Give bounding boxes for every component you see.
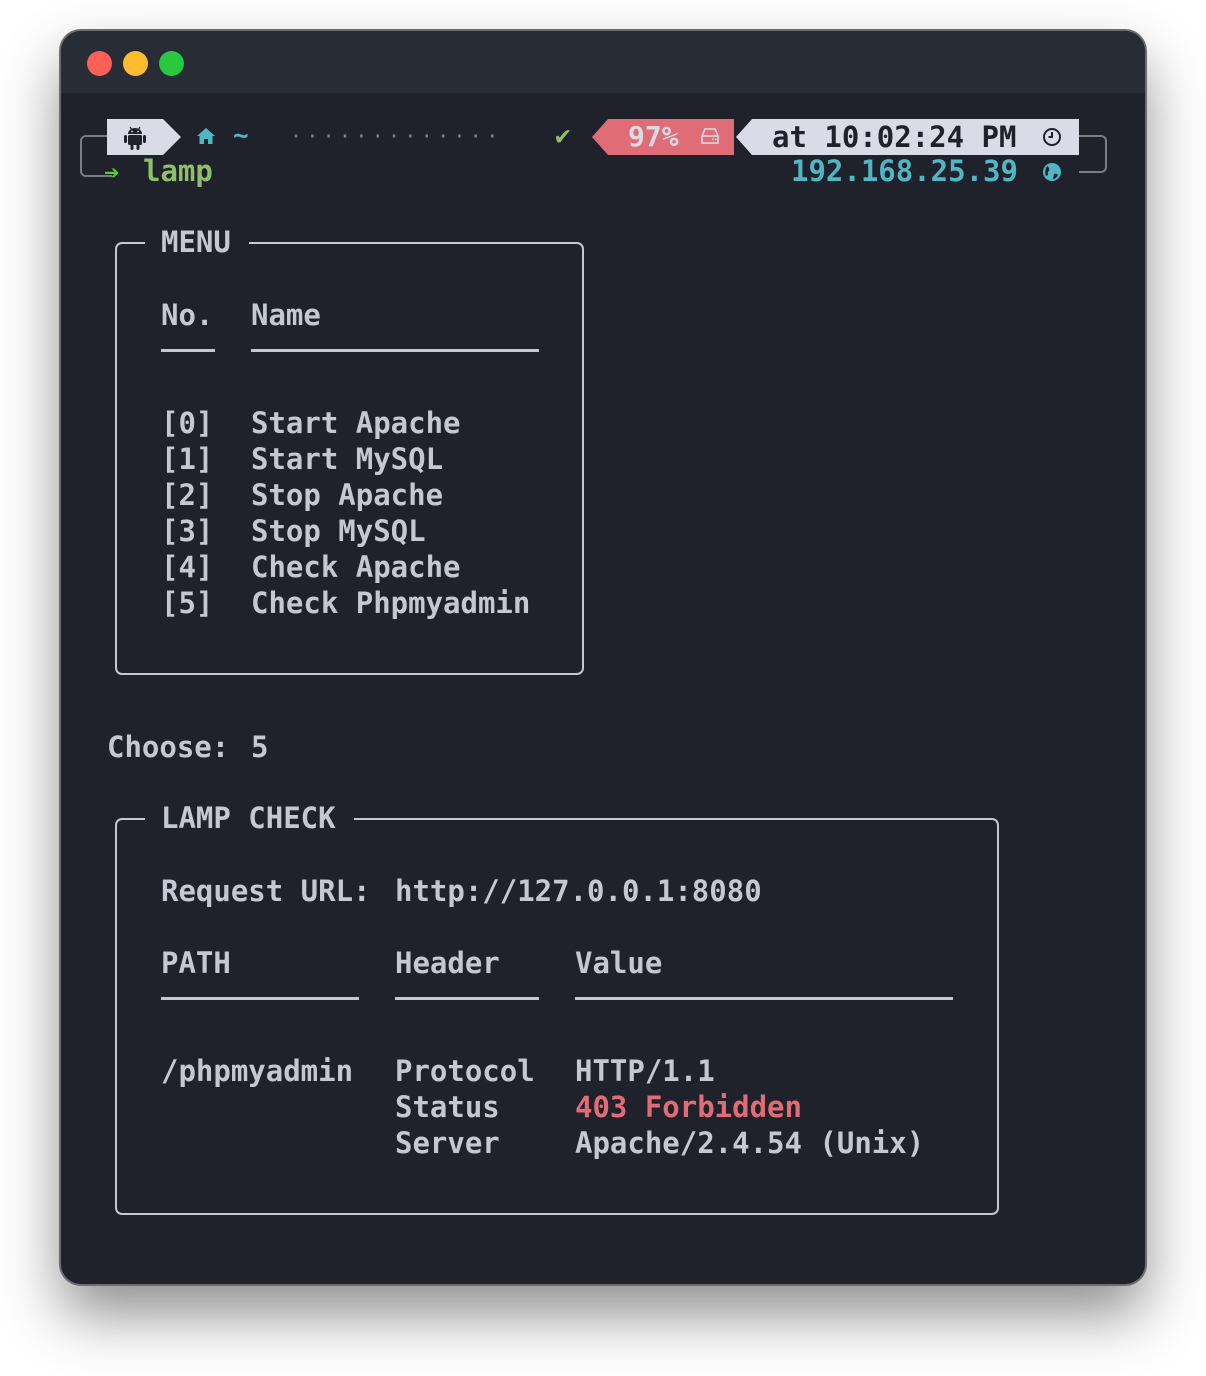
column-value: Value [575,946,663,980]
globe-icon [1043,163,1061,181]
prompt-arrow-icon: ➔ [104,158,120,188]
choose-label: Choose: [107,730,230,764]
column-header: Header [395,946,500,980]
menu-item-number: [2] [161,478,214,512]
prompt-os-segment-arrow [163,119,181,155]
menu-item-name: Start Apache [251,406,461,440]
prompt-bracket-right [1079,135,1107,173]
menu-item-name: Check Apache [251,550,461,584]
header-server: Server [395,1126,500,1160]
menu-item-number: [5] [161,586,214,620]
column-header-rule [395,997,539,1000]
column-path-rule [161,997,359,1000]
time-segment-arrow [736,119,752,155]
terminal-window: ~ ············· ✔ 97% at 10:02:24 PM ➔ l… [61,31,1145,1284]
value-protocol: HTTP/1.1 [575,1054,715,1088]
menu-item-number: [1] [161,442,214,476]
ip-address: 192.168.25.39 [791,154,1018,188]
prompt-filler: ············· [290,124,503,148]
check-path: /phpmyadmin [161,1054,354,1088]
minimize-button[interactable] [123,51,148,76]
header-status: Status [395,1090,500,1124]
home-icon [197,128,215,144]
clock-icon [1043,128,1061,146]
android-icon [124,126,146,150]
value-status: 403 Forbidden [575,1090,802,1124]
check-icon: ✔ [555,121,571,151]
menu-column-name-rule [251,349,539,352]
menu-item-name: Start MySQL [251,442,444,476]
battery-segment-arrow [592,119,608,155]
title-bar [61,31,1145,93]
menu-item-number: [3] [161,514,214,548]
menu-item-name: Check Phpmyadmin [251,586,531,620]
column-value-rule [575,997,953,1000]
zoom-button[interactable] [159,51,184,76]
menu-column-name: Name [251,298,321,332]
request-url-label: Request URL: [161,874,371,908]
menu-item-number: [0] [161,406,214,440]
menu-item-name: Stop Apache [251,478,444,512]
disk-icon [701,128,719,144]
prompt-path: ~ [233,121,249,151]
menu-item-name: Stop MySQL [251,514,426,548]
menu-title: MENU [145,224,249,260]
menu-column-no: No. [161,298,214,332]
close-button[interactable] [87,51,112,76]
header-protocol: Protocol [395,1054,535,1088]
column-path: PATH [161,946,231,980]
request-url-value: http://127.0.0.1:8080 [395,874,762,908]
prompt-time: at 10:02:24 PM [772,120,1017,154]
menu-column-no-rule [161,349,215,352]
menu-item-number: [4] [161,550,214,584]
command-text: lamp [143,154,213,188]
value-server: Apache/2.4.54 (Unix) [575,1126,925,1160]
battery-level: 97% [628,120,679,153]
choose-input[interactable]: 5 [251,729,268,765]
lamp-check-title: LAMP CHECK [145,800,354,836]
